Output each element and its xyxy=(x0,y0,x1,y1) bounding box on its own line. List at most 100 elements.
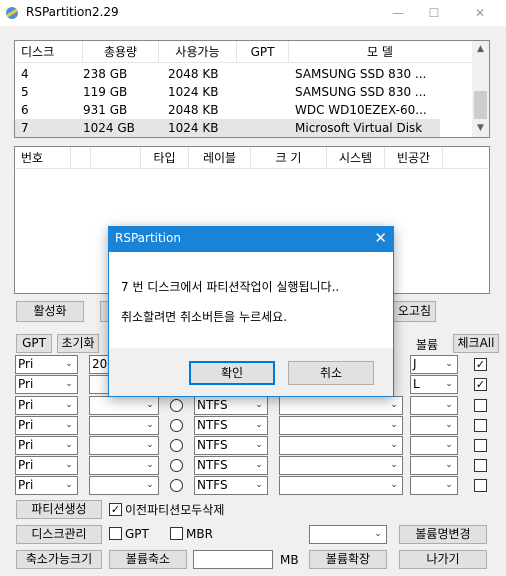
ok-button[interactable]: 확인 xyxy=(189,361,275,385)
disk-list-scrollbar[interactable]: ▲ ▼ xyxy=(472,41,489,137)
disk-row[interactable]: 5 119 GB 1024 KB SAMSUNG SSD 830 ... xyxy=(15,83,472,101)
volume-name-select[interactable]: ⌄ xyxy=(279,396,403,415)
partition-radio[interactable] xyxy=(170,399,183,412)
partition-type-select[interactable]: Pri ⌄ xyxy=(15,456,78,475)
chevron-down-icon: ⌄ xyxy=(255,420,263,430)
shrinkable-size-button[interactable]: 축소가능크기 xyxy=(16,550,102,569)
col-filesystem[interactable]: 시스템 xyxy=(327,147,385,169)
col-blank-2[interactable] xyxy=(91,147,141,169)
minimize-button[interactable]: — xyxy=(380,0,416,26)
window-title: RSPartition2.29 xyxy=(26,5,119,19)
disk-row[interactable]: 6 931 GB 2048 KB WDC WD10EZEX-60... xyxy=(15,101,472,119)
drive-letter-select[interactable]: ⌄ xyxy=(410,396,458,415)
filesystem-select[interactable]: NTFS ⌄ xyxy=(194,476,268,495)
col-label[interactable]: 레이블 xyxy=(189,147,251,169)
shrink-volume-button[interactable]: 볼륨축소 xyxy=(109,550,187,569)
partition-type-select[interactable]: Pri ⌄ xyxy=(15,396,78,415)
partition-type-select[interactable]: Pri ⌄ xyxy=(15,355,78,374)
drive-letter-select[interactable]: ⌄ xyxy=(410,456,458,475)
partition-radio[interactable] xyxy=(170,439,183,452)
volume-checkbox[interactable] xyxy=(474,459,487,472)
partition-size-select[interactable]: ⌄ xyxy=(89,436,159,455)
close-button[interactable]: ✕ xyxy=(462,0,498,26)
col-number[interactable]: 번호 xyxy=(21,147,71,169)
close-icon[interactable]: ✕ xyxy=(374,229,387,247)
filesystem-select[interactable]: NTFS ⌄ xyxy=(194,436,268,455)
partition-radio[interactable] xyxy=(170,419,183,432)
volume-name-select[interactable]: ⌄ xyxy=(279,416,403,435)
exit-button[interactable]: 나가기 xyxy=(399,550,487,569)
chevron-down-icon: ⌄ xyxy=(445,359,453,369)
col-available[interactable]: 사용가능 xyxy=(159,41,237,63)
chevron-down-icon: ⌄ xyxy=(65,359,73,369)
cancel-button[interactable]: 취소 xyxy=(288,361,374,385)
maximize-button[interactable]: ☐ xyxy=(416,0,452,26)
init-button[interactable]: 초기화 xyxy=(57,334,99,353)
filesystem-select[interactable]: NTFS ⌄ xyxy=(194,416,268,435)
delete-all-prev-checkbox[interactable]: ✓ xyxy=(109,503,122,516)
size-mb-input[interactable] xyxy=(193,550,273,569)
rename-volume-button[interactable]: 볼륨명변경 xyxy=(399,525,487,544)
col-model[interactable]: 모 델 xyxy=(289,41,471,63)
volume-name-select[interactable]: ⌄ xyxy=(279,436,403,455)
drive-letter-select[interactable]: ⌄ xyxy=(410,476,458,495)
volume-checkbox[interactable] xyxy=(474,479,487,492)
dialog-title-bar: RSPartition ✕ xyxy=(109,227,393,252)
partition-type-select[interactable]: Pri ⌄ xyxy=(15,375,78,394)
disk-row[interactable]: 4 238 GB 2048 KB SAMSUNG SSD 830 ... xyxy=(15,65,472,83)
mbr-checkbox[interactable] xyxy=(170,527,183,540)
volume-name-select[interactable]: ⌄ xyxy=(279,456,403,475)
check-all-button[interactable]: 체크All xyxy=(453,334,499,353)
col-capacity[interactable]: 총용량 xyxy=(83,41,159,63)
partition-radio[interactable] xyxy=(170,479,183,492)
chevron-down-icon: ⌄ xyxy=(65,480,73,490)
extend-volume-button[interactable]: 볼륨확장 xyxy=(309,550,387,569)
partition-size-select[interactable]: ⌄ xyxy=(89,456,159,475)
disk-manage-button[interactable]: 디스크관리 xyxy=(16,525,102,544)
disk-capacity: 931 GB xyxy=(83,103,128,117)
drive-letter-select[interactable]: ⌄ xyxy=(410,416,458,435)
drive-letter-select[interactable]: ⌄ xyxy=(410,436,458,455)
filesystem-select[interactable]: NTFS ⌄ xyxy=(194,456,268,475)
chevron-down-icon: ⌄ xyxy=(65,400,73,410)
chevron-down-icon: ⌄ xyxy=(255,460,263,470)
partition-size-select[interactable]: ⌄ xyxy=(89,416,159,435)
activate-button[interactable]: 활성화 xyxy=(16,301,84,322)
disk-available: 2048 KB xyxy=(168,103,219,117)
col-type[interactable]: 타입 xyxy=(141,147,189,169)
partition-radio[interactable] xyxy=(170,459,183,472)
drive-letter-select[interactable]: L ⌄ xyxy=(410,375,458,394)
disk-row-selected[interactable]: 7 1024 GB 1024 KB Microsoft Virtual Disk xyxy=(15,119,440,137)
partition-type-select[interactable]: Pri ⌄ xyxy=(15,436,78,455)
col-gpt[interactable]: GPT xyxy=(237,41,289,63)
disk-list[interactable]: 디스크 총용량 사용가능 GPT 모 델 4 238 GB 2048 KB SA… xyxy=(14,40,490,138)
col-size[interactable]: 크 기 xyxy=(251,147,327,169)
volume-checkbox[interactable]: ✓ xyxy=(474,358,487,371)
gpt-checkbox[interactable] xyxy=(109,527,122,540)
volume-select[interactable]: ⌄ xyxy=(309,525,387,544)
col-blank-1[interactable] xyxy=(71,147,91,169)
volume-checkbox[interactable] xyxy=(474,399,487,412)
volume-checkbox[interactable] xyxy=(474,439,487,452)
scroll-thumb[interactable] xyxy=(474,91,487,119)
create-partition-button[interactable]: 파티션생성 xyxy=(16,500,102,519)
disk-capacity: 238 GB xyxy=(83,67,128,81)
chevron-down-icon: ⌄ xyxy=(445,400,453,410)
scroll-down-icon[interactable]: ▼ xyxy=(472,120,489,137)
filesystem-select[interactable]: NTFS ⌄ xyxy=(194,396,268,415)
partition-size-select[interactable]: ⌄ xyxy=(89,476,159,495)
col-disk[interactable]: 디스크 xyxy=(21,41,83,63)
col-free-space[interactable]: 빈공간 xyxy=(385,147,443,169)
volume-checkbox[interactable]: ✓ xyxy=(474,378,487,391)
volume-checkbox[interactable] xyxy=(474,419,487,432)
partition-type-select[interactable]: Pri ⌄ xyxy=(15,476,78,495)
gpt-button[interactable]: GPT xyxy=(16,334,52,353)
partition-type-select[interactable]: Pri ⌄ xyxy=(15,416,78,435)
chevron-down-icon: ⌄ xyxy=(445,379,453,389)
app-icon xyxy=(6,7,18,19)
drive-letter-select[interactable]: J ⌄ xyxy=(410,355,458,374)
scroll-up-icon[interactable]: ▲ xyxy=(472,41,489,58)
disk-available: 1024 KB xyxy=(168,85,219,99)
volume-name-select[interactable]: ⌄ xyxy=(279,476,403,495)
partition-size-select[interactable]: ⌄ xyxy=(89,396,159,415)
